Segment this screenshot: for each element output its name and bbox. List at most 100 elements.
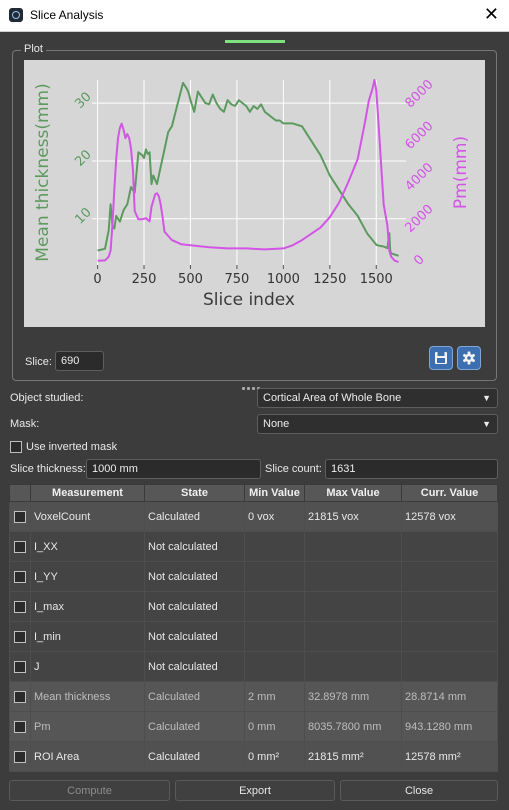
measurement-cell: I_max (30, 591, 145, 622)
object-studied-value: Cortical Area of Whole Bone (263, 392, 402, 404)
measurement-cell: I_XX (30, 531, 145, 562)
y-right-tick-label: 8000 (403, 77, 437, 111)
measurement-cell: VoxelCount (30, 501, 145, 532)
state-cell: Calculated (144, 711, 245, 742)
table-row[interactable]: Pm Calculated 0 mm 8035.7800 mm 943.1280… (9, 711, 498, 742)
state-cell: Calculated (144, 681, 245, 712)
column-header[interactable]: Max Value (304, 484, 402, 502)
y-right-tick-label: 2000 (403, 202, 437, 236)
column-header[interactable]: State (144, 484, 245, 502)
row-checkbox[interactable] (14, 570, 26, 583)
state-cell: Calculated (144, 741, 245, 772)
save-plot-button[interactable] (429, 346, 453, 370)
max-value-cell: 32.8978 mm (304, 681, 402, 712)
measurement-cell: ROI Area (30, 741, 145, 772)
max-value-cell (304, 591, 402, 622)
max-value-cell (304, 531, 402, 562)
line-chart: 0 250 500 750 1000 1250 1500 10 20 30 0 2000 4000 600… (33, 77, 471, 310)
slice-count-input[interactable] (325, 459, 498, 479)
min-value-cell: 0 vox (244, 501, 305, 532)
row-select-cell[interactable] (9, 711, 31, 742)
current-value-cell (401, 561, 498, 592)
y-right-tick-label: 6000 (403, 119, 437, 153)
inverted-mask-checkbox[interactable] (10, 441, 22, 453)
object-studied-label: Object studied: (10, 392, 84, 404)
slice-input[interactable] (55, 351, 104, 371)
state-cell: Calculated (144, 501, 245, 532)
x-tick-label: 250 (132, 272, 157, 287)
measurement-cell: Pm (30, 711, 145, 742)
measurement-cell: Mean thickness (30, 681, 145, 712)
table-row[interactable]: VoxelCount Calculated 0 vox 21815 vox 12… (9, 501, 498, 532)
column-header[interactable]: Curr. Value (401, 484, 498, 502)
column-header[interactable] (9, 484, 31, 502)
x-tick-label: 500 (178, 272, 203, 287)
row-checkbox[interactable] (14, 510, 26, 523)
chevron-down-icon: ▼ (482, 393, 491, 403)
y-left-tick-label: 30 (72, 89, 94, 111)
column-header[interactable]: Min Value (244, 484, 305, 502)
current-value-cell: 12578 mm² (401, 741, 498, 772)
plot-area: 0 250 500 750 1000 1250 1500 10 20 30 0 2000 4000 600… (24, 60, 485, 327)
slice-count-label: Slice count: (265, 463, 322, 475)
state-cell: Not calculated (144, 621, 245, 652)
row-checkbox[interactable] (14, 750, 26, 763)
x-tick-label: 0 (93, 272, 101, 287)
row-checkbox[interactable] (14, 540, 26, 553)
row-select-cell[interactable] (9, 501, 31, 532)
y-right-axis-label: Pm(mm) (451, 136, 471, 209)
row-checkbox[interactable] (14, 720, 26, 733)
table-row[interactable]: I_XX Not calculated (9, 531, 498, 562)
x-tick-label: 750 (225, 272, 250, 287)
row-checkbox[interactable] (14, 630, 26, 643)
table-row[interactable]: ROI Area Calculated 0 mm² 21815 mm² 1257… (9, 741, 498, 772)
table-row[interactable]: I_max Not calculated (9, 591, 498, 622)
current-value-cell (401, 651, 498, 682)
gear-icon (462, 351, 476, 365)
x-tick-label: 1000 (267, 272, 300, 287)
max-value-cell: 8035.7800 mm (304, 711, 402, 742)
inverted-mask-label: Use inverted mask (26, 441, 118, 453)
slice-label: Slice: (25, 356, 52, 368)
slice-thickness-input[interactable] (86, 459, 261, 479)
state-cell: Not calculated (144, 561, 245, 592)
row-select-cell[interactable] (9, 561, 31, 592)
min-value-cell (244, 561, 305, 592)
plot-settings-button[interactable] (457, 346, 481, 370)
close-button[interactable]: Close (340, 780, 498, 801)
row-checkbox[interactable] (14, 600, 26, 613)
row-select-cell[interactable] (9, 681, 31, 712)
y-right-tick-label: 4000 (403, 160, 437, 194)
row-select-cell[interactable] (9, 651, 31, 682)
row-checkbox[interactable] (14, 660, 26, 673)
measurement-cell: I_min (30, 621, 145, 652)
export-button[interactable]: Export (175, 780, 335, 801)
current-value-cell: 12578 vox (401, 501, 498, 532)
table-row[interactable]: I_YY Not calculated (9, 561, 498, 592)
collapse-handle[interactable] (225, 40, 285, 43)
table-row[interactable]: Mean thickness Calculated 2 mm 32.8978 m… (9, 681, 498, 712)
window-close-button[interactable]: ✕ (484, 4, 499, 24)
mask-dropdown[interactable]: None ▼ (257, 414, 498, 434)
x-tick-label: 1500 (360, 272, 393, 287)
compute-button[interactable]: Compute (9, 780, 170, 801)
row-checkbox[interactable] (14, 690, 26, 703)
current-value-cell (401, 591, 498, 622)
table-row[interactable]: J Not calculated (9, 651, 498, 682)
slice-thickness-label: Slice thickness: (10, 463, 86, 475)
current-value-cell (401, 621, 498, 652)
min-value-cell (244, 591, 305, 622)
column-header[interactable]: Measurement (30, 484, 145, 502)
splitter-handle[interactable] (242, 381, 266, 390)
row-select-cell[interactable] (9, 621, 31, 652)
app-icon (9, 8, 23, 22)
table-row[interactable]: I_min Not calculated (9, 621, 498, 652)
min-value-cell (244, 651, 305, 682)
row-select-cell[interactable] (9, 591, 31, 622)
measurement-cell: J (30, 651, 145, 682)
max-value-cell (304, 651, 402, 682)
row-select-cell[interactable] (9, 741, 31, 772)
table-header-row: Measurement State Min Value Max Value Cu… (9, 484, 498, 502)
row-select-cell[interactable] (9, 531, 31, 562)
object-studied-dropdown[interactable]: Cortical Area of Whole Bone ▼ (257, 388, 498, 408)
